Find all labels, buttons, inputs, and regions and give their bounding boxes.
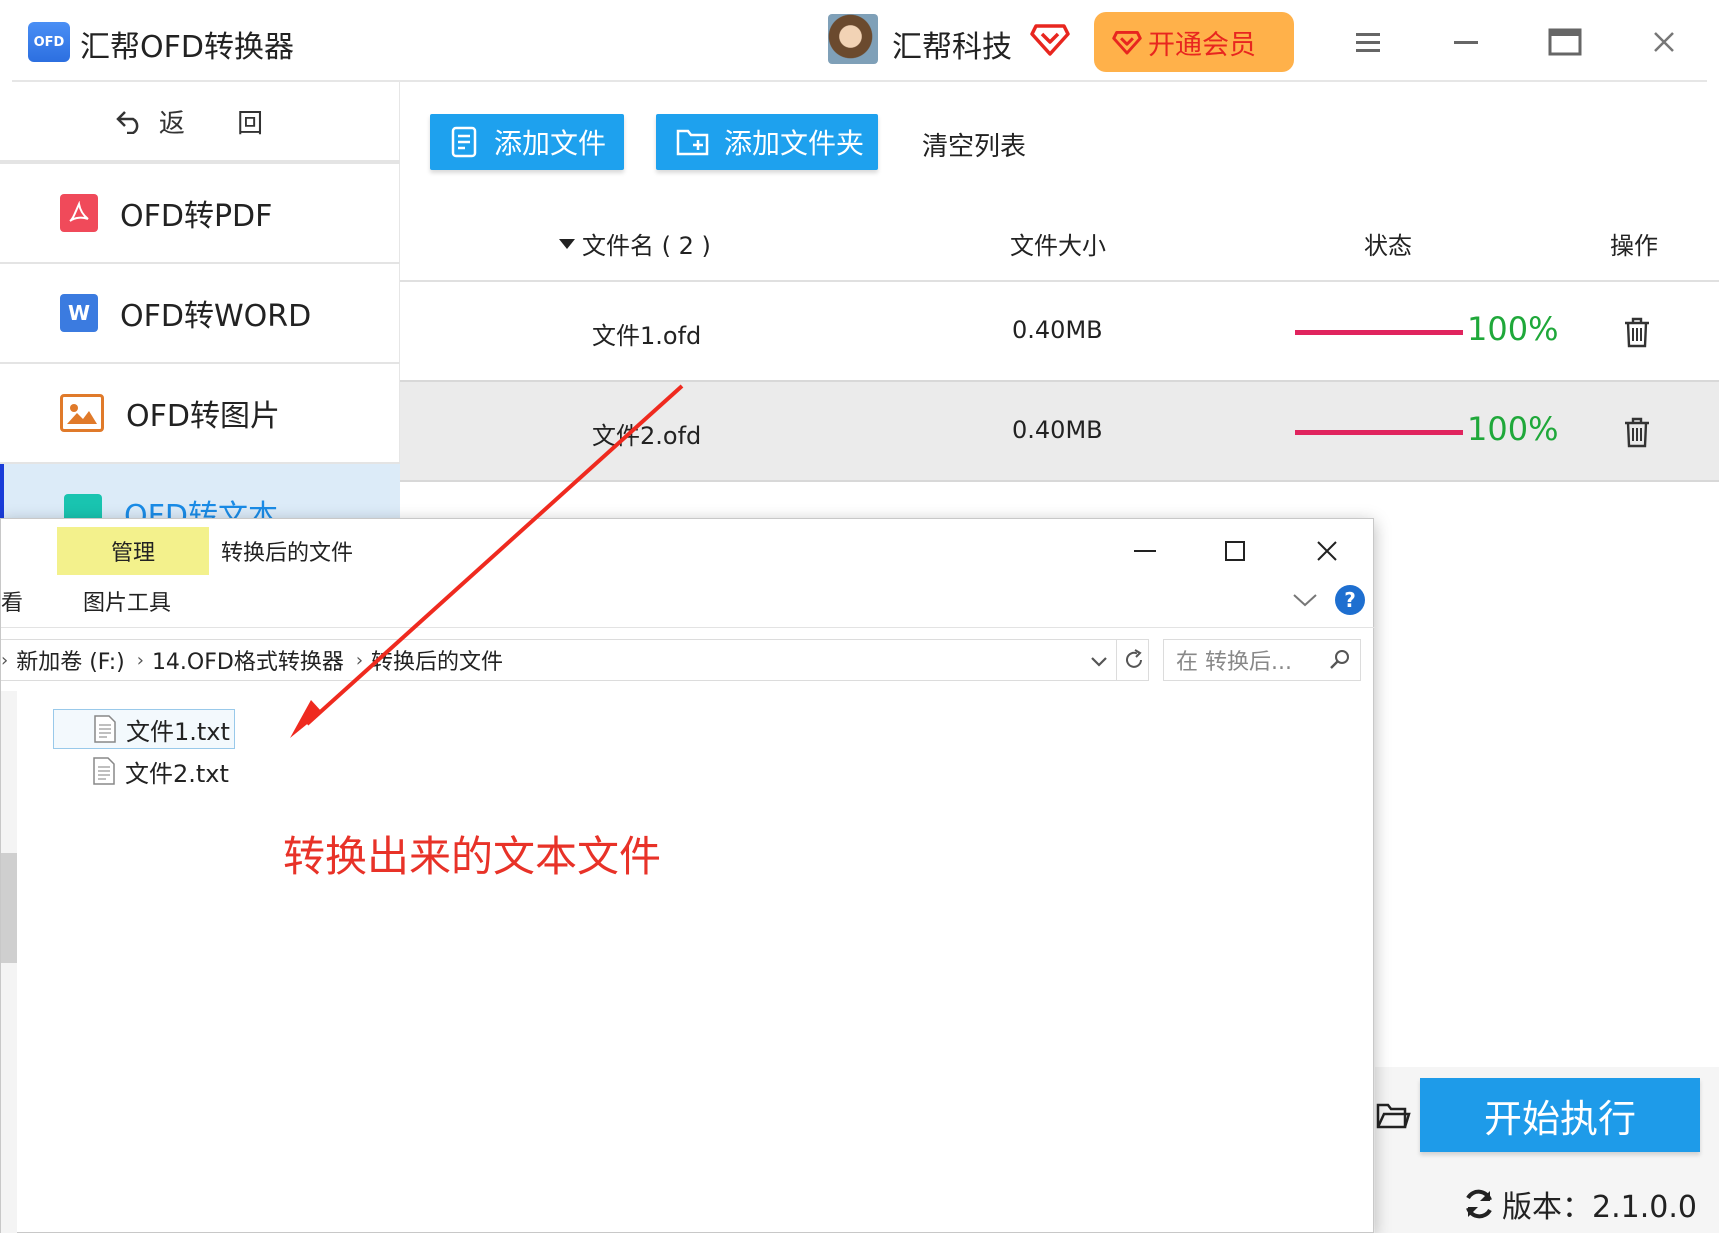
sidebar-item-label: OFD转PDF [120,199,273,234]
sidebar-item-ofd-to-pdf[interactable]: OFD转PDF [0,164,400,264]
add-file-icon [451,126,477,158]
app-title: 汇帮OFD转换器 [80,30,294,65]
add-file-button[interactable]: 添加文件 [430,114,624,170]
breadcrumb-chevron-icon: › [355,649,364,671]
search-icon [1330,650,1349,669]
text-file-icon [93,757,115,785]
address-refresh-icon[interactable] [1116,639,1150,681]
app-root: OFD 汇帮OFD转换器 汇帮科技 开通会员 返 回 OFD转PDF W OFD… [0,0,1719,1233]
maximize-icon[interactable] [1545,22,1585,62]
annotation-text: 转换出来的文本文件 [283,832,662,881]
file-size-cell: 0.40MB [1012,316,1103,344]
back-button[interactable]: 返 回 [0,82,400,164]
minimize-icon[interactable] [1446,22,1486,62]
sidebar-item-ofd-to-word[interactable]: W OFD转WORD [0,264,400,364]
add-file-label: 添加文件 [494,127,607,160]
ribbon-divider [1,627,1375,628]
start-button[interactable]: 开始执行 [1420,1078,1700,1152]
column-header-name[interactable]: 文件名 ( 2 ) [558,226,711,261]
version-info: 版本：2.1.0.0 [1462,1182,1697,1226]
vip-button-label: 开通会员 [1148,29,1256,61]
column-header-size: 文件大小 [1010,232,1106,260]
address-dropdown-icon[interactable] [1087,649,1111,673]
file-size-cell: 0.40MB [1012,416,1103,444]
search-placeholder: 在 转换后... [1176,650,1292,675]
back-arrow-icon [116,111,139,134]
add-folder-button[interactable]: 添加文件夹 [656,114,878,170]
file-item[interactable]: 文件2.txt [53,751,235,791]
text-file-icon [94,715,116,743]
add-folder-label: 添加文件夹 [724,127,865,160]
version-label: 版本：2.1.0.0 [1502,1190,1697,1225]
file-item[interactable]: 文件1.txt [53,709,235,749]
explorer-close-icon[interactable] [1307,535,1347,567]
file-name-cell: 文件2.ofd [592,422,702,450]
ribbon-expand-icon[interactable] [1291,587,1319,613]
table-row[interactable]: 文件1.ofd 0.40MB 100% [400,282,1719,382]
sidebar-item-ofd-to-image[interactable]: OFD转图片 [0,364,400,464]
explorer-title: 转换后的文件 [221,541,354,566]
sidebar-item-label: OFD转WORD [120,299,312,334]
vip-diamond-icon [1030,24,1070,56]
column-header-status: 状态 [1364,232,1412,260]
image-icon [60,394,104,432]
ribbon-tab-view[interactable]: 看 [1,585,23,617]
clear-list-button[interactable]: 清空列表 [922,126,1026,163]
address-bar[interactable]: › 新加卷 (F:) › 14.OFD格式转换器 › 转换后的文件 [1,639,1149,681]
breadcrumb-chevron-icon: › [1,649,9,671]
scrollbar-thumb[interactable] [1,853,17,963]
progress-percent: 100% [1467,310,1559,348]
progress-fill [1295,430,1463,435]
trash-icon[interactable] [1622,316,1652,348]
file-name-cell: 文件1.ofd [592,322,702,350]
app-logo: OFD [28,22,70,62]
row-divider [400,480,1719,482]
progress-bar [1295,330,1463,335]
breadcrumb-item[interactable]: 14.OFD格式转换器 [152,644,344,676]
title-bar: OFD 汇帮OFD转换器 汇帮科技 开通会员 [0,0,1719,82]
ribbon-tab-picture-tools[interactable]: 图片工具 [83,585,171,617]
user-avatar[interactable] [828,14,878,64]
pdf-icon [60,194,98,232]
breadcrumb-item[interactable]: 新加卷 (F:) [16,644,125,676]
file-explorer-window: 管理 转换后的文件 看 图片工具 ? › 新加卷 (F:) › 14.OFD格式… [0,518,1375,1233]
file-name: 文件1.txt [126,717,230,746]
explorer-minimize-icon[interactable] [1125,535,1165,567]
breadcrumb-chevron-icon: › [136,649,144,671]
column-header-action: 操作 [1610,232,1658,260]
sidebar-item-label: OFD转图片 [126,399,280,434]
breadcrumb-item[interactable]: 转换后的文件 [371,644,503,676]
word-icon: W [60,294,98,332]
sidebar: 返 回 OFD转PDF W OFD转WORD OFD转图片 OFD转文本 [0,82,400,564]
close-icon[interactable] [1644,22,1684,62]
vip-button-icon [1112,30,1142,55]
back-label: 返 回 [158,108,286,139]
refresh-icon [1466,1189,1492,1219]
trash-icon[interactable] [1622,416,1652,448]
company-name: 汇帮科技 [892,30,1012,65]
explorer-maximize-icon[interactable] [1215,535,1255,567]
file-name: 文件2.txt [125,759,229,788]
add-folder-icon [676,129,709,156]
column-header-name-label: 文件名 ( 2 ) [582,232,711,260]
open-folder-icon[interactable] [1375,1097,1411,1133]
vip-button[interactable]: 开通会员 [1094,12,1294,72]
sort-down-icon [559,238,575,249]
menu-icon[interactable] [1348,22,1388,62]
table-row[interactable]: 文件2.ofd 0.40MB 100% [400,382,1719,482]
help-icon[interactable]: ? [1335,585,1365,615]
progress-fill [1295,330,1463,335]
explorer-search-input[interactable]: 在 转换后... [1163,639,1361,681]
progress-percent: 100% [1467,410,1559,448]
ribbon-tab-manage[interactable]: 管理 [57,527,209,575]
progress-bar [1295,430,1463,435]
